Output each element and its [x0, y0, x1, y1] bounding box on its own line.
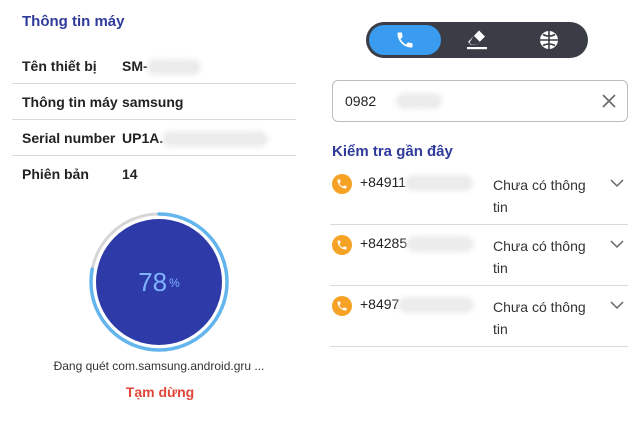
- phone-number: +84911: [360, 174, 471, 190]
- info-value: samsung: [122, 93, 184, 110]
- info-row-device-info: Thông tin máy samsung: [12, 84, 296, 120]
- device-info-panel: Thông tin máy Tên thiết bị SM- Thông tin…: [0, 0, 310, 421]
- recent-item[interactable]: +8497 Chưa có thông tin: [330, 286, 628, 347]
- phone-icon: [397, 32, 413, 48]
- redacted-mask: [401, 300, 472, 311]
- phone-search-box: [332, 80, 628, 122]
- info-label: Thông tin máy: [22, 93, 118, 110]
- redacted-mask: [165, 133, 266, 144]
- mode-switcher: [366, 22, 588, 58]
- info-label: Serial number: [22, 129, 116, 146]
- mode-sms-button[interactable]: [441, 25, 513, 55]
- progress-readout: 78 %: [88, 211, 230, 353]
- progress-percent-sign: %: [169, 276, 180, 290]
- phone-number: +84285: [360, 235, 472, 251]
- call-badge: [332, 174, 352, 194]
- phone-search-input[interactable]: [345, 93, 405, 109]
- redacted-mask: [399, 96, 439, 106]
- phone-icon: [337, 240, 347, 250]
- info-value: 14: [122, 166, 138, 182]
- clear-icon[interactable]: [601, 93, 617, 109]
- recent-checks-title: Kiểm tra gần đây: [332, 143, 453, 160]
- info-value: SM-: [122, 58, 198, 74]
- recent-item[interactable]: +84911 Chưa có thông tin: [330, 164, 628, 225]
- mode-web-button[interactable]: [513, 25, 585, 55]
- device-info-title: Thông tin máy: [22, 13, 125, 30]
- device-info-table: Tên thiết bị SM- Thông tin máy samsung S…: [12, 48, 296, 192]
- chevron-down-icon[interactable]: [610, 178, 624, 188]
- info-label: Phiên bản: [22, 166, 89, 182]
- scan-progress-gauge: 78 %: [88, 211, 230, 353]
- chevron-down-icon[interactable]: [610, 239, 624, 249]
- mode-phone-button[interactable]: [369, 25, 441, 55]
- chevron-down-icon[interactable]: [610, 300, 624, 310]
- call-badge: [332, 296, 352, 316]
- recent-checks-list: +84911 Chưa có thông tin +84285 Chưa có …: [330, 164, 628, 347]
- info-row-device-name: Tên thiết bị SM-: [12, 48, 296, 84]
- lookup-panel: Kiểm tra gần đây +84911 Chưa có thông ti…: [318, 0, 640, 421]
- eraser-icon: [467, 30, 487, 50]
- phone-icon: [337, 179, 347, 189]
- scan-status-text: Đang quét com.samsung.android.gru ...: [53, 359, 265, 373]
- phone-number: +8497: [360, 296, 472, 312]
- recent-item[interactable]: +84285 Chưa có thông tin: [330, 225, 628, 286]
- lookup-status: Chưa có thông tin: [493, 299, 586, 337]
- redacted-mask: [149, 61, 198, 72]
- info-label: Tên thiết bị: [22, 57, 97, 74]
- call-badge: [332, 235, 352, 255]
- lookup-status: Chưa có thông tin: [493, 177, 586, 215]
- phone-icon: [337, 301, 347, 311]
- redacted-mask: [408, 178, 471, 189]
- redacted-mask: [409, 239, 472, 250]
- info-value: UP1A.: [122, 130, 266, 146]
- globe-icon: [540, 31, 558, 49]
- lookup-status: Chưa có thông tin: [493, 238, 586, 276]
- info-row-serial: Serial number UP1A.: [12, 120, 296, 156]
- pause-button[interactable]: Tạm dừng: [122, 384, 198, 400]
- progress-value: 78: [138, 266, 168, 297]
- info-row-version: Phiên bản 14: [12, 156, 296, 192]
